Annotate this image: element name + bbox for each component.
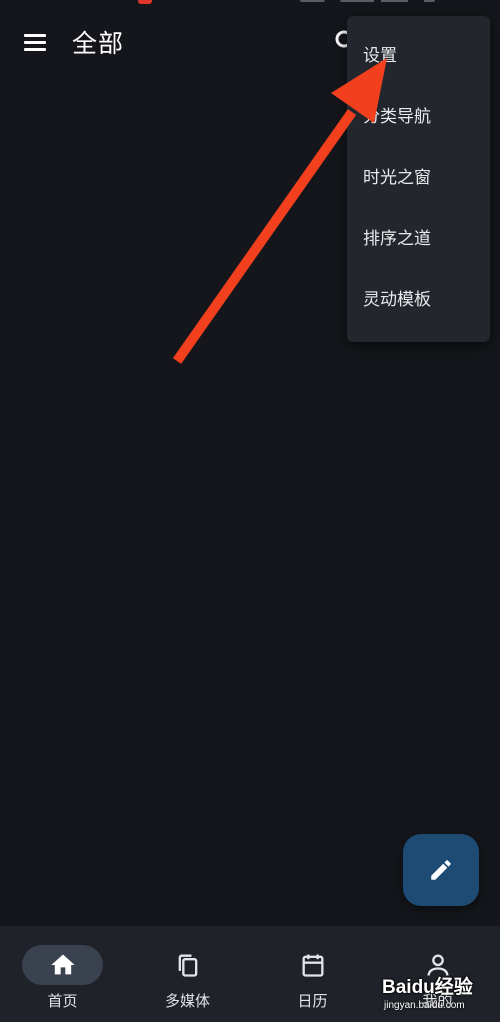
nav-label-media: 多媒体 xyxy=(164,992,210,1010)
copy-files-icon xyxy=(178,954,198,977)
hamburger-menu-icon[interactable] xyxy=(22,32,48,52)
page-title: 全部 xyxy=(72,29,125,58)
pencil-edit-icon xyxy=(431,860,451,880)
menu-item-time-window[interactable]: 时光之窗 xyxy=(347,148,490,209)
compose-fab-button[interactable] xyxy=(403,834,479,906)
home-icon xyxy=(51,954,75,975)
menu-item-sort[interactable]: 排序之道 xyxy=(347,209,490,270)
bottom-navigation: 首页 多媒体 日历 我的 xyxy=(0,926,500,1022)
notification-dot-icon xyxy=(138,0,152,4)
nav-label-home: 首页 xyxy=(47,992,78,1010)
nav-item-home[interactable]: 首页 xyxy=(0,926,125,1022)
status-bar xyxy=(0,0,500,6)
person-icon xyxy=(427,954,449,976)
overflow-menu: 设置 分类导航 时光之窗 排序之道 灵动模板 xyxy=(347,16,490,342)
menu-item-templates[interactable]: 灵动模板 xyxy=(347,270,490,331)
nav-label-profile: 我的 xyxy=(422,992,453,1010)
nav-label-calendar: 日历 xyxy=(297,992,328,1010)
nav-item-media[interactable]: 多媒体 xyxy=(125,926,250,1022)
nav-item-profile[interactable]: 我的 xyxy=(375,926,500,1022)
menu-item-settings[interactable]: 设置 xyxy=(347,26,490,87)
menu-item-category-navigation[interactable]: 分类导航 xyxy=(347,87,490,148)
calendar-icon xyxy=(302,954,324,977)
nav-item-calendar[interactable]: 日历 xyxy=(250,926,375,1022)
status-indicators xyxy=(300,0,435,2)
